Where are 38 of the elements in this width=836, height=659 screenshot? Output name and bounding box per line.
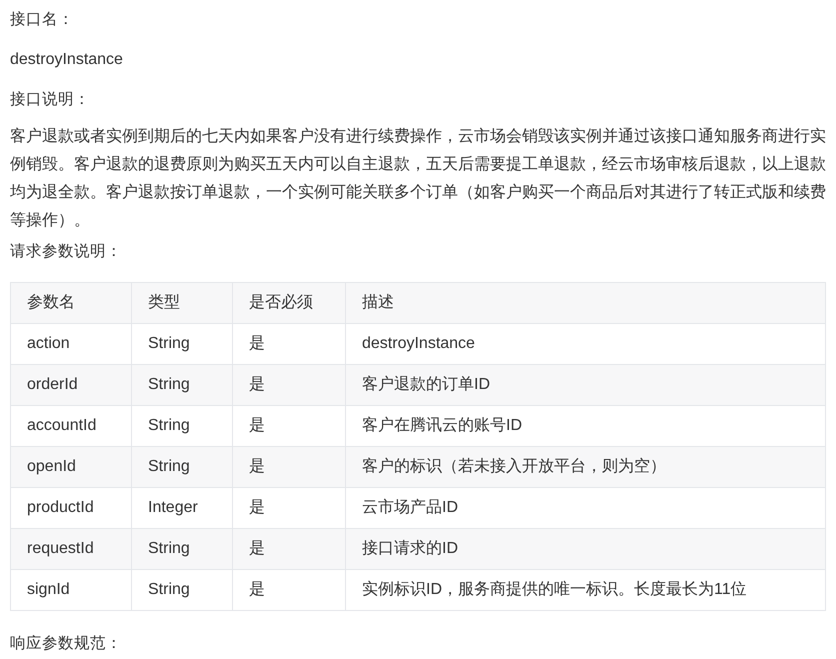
table-cell-text: 接口请求的ID <box>361 538 459 559</box>
table-cell: signId <box>11 570 132 610</box>
table-cell: String <box>132 324 233 364</box>
table-cell: action <box>11 324 132 364</box>
column-header: 描述 <box>361 292 395 313</box>
field-label: 接口说明： <box>10 90 90 110</box>
table-cell: accountId <box>11 406 132 446</box>
section-label: 请求参数说明： <box>10 242 122 262</box>
table-cell-text: 云市场产品ID <box>361 498 459 518</box>
table-cell: productId <box>11 488 132 528</box>
table-cell-text: 客户在腾讯云的账号ID <box>361 416 523 436</box>
table-cell: 是 <box>233 570 346 610</box>
table-cell: openId <box>11 447 132 487</box>
table-cell: String <box>132 529 233 569</box>
table-cell-text: 客户的标识（若未接入开放平台，则为空） <box>361 456 667 477</box>
field-label: 接口名： <box>10 10 74 30</box>
table-cell: orderId <box>11 365 132 405</box>
column-header: 是否必须 <box>233 283 346 323</box>
table-cell: Integer <box>132 488 233 528</box>
table-cell-text: 实例标识ID，服务商提供的唯一标识。长度最长为11位 <box>361 580 748 600</box>
table-cell: requestId <box>11 529 132 569</box>
section-label: 响应参数规范： <box>10 634 122 654</box>
table-cell: String <box>132 570 233 610</box>
table-cell: String <box>132 406 233 446</box>
column-header: 类型 <box>132 283 233 323</box>
description-paragraph: 客户退款或者实例到期后的七天内如果客户没有进行续费操作，云市场会销毁该实例并通过该接口通知服务商进行实例销毁。客户退款的退费原则为购买五天内可以自主退款，五天后需要提工单退款，经云市场审核后退款，以上退款均为退全款。客户退款按订单退款，一个实例可能关联多个订单（如客户购买一个商品后对其进行了转正式版和续费等操作）。 <box>10 126 827 231</box>
table-cell: 是 <box>233 406 346 446</box>
table-cell: 是 <box>233 488 346 528</box>
interface-name: destroyInstance <box>10 50 123 70</box>
table-cell-text: destroyInstance <box>361 334 476 354</box>
table-cell: 是 <box>233 365 346 405</box>
table-cell-text: 客户退款的订单ID <box>361 374 491 395</box>
column-header: 参数名 <box>11 283 132 323</box>
table-cell: 是 <box>233 324 346 364</box>
table-cell: 是 <box>233 529 346 569</box>
table-cell: String <box>132 447 233 487</box>
table-cell: 是 <box>233 447 346 487</box>
table-cell: String <box>132 365 233 405</box>
